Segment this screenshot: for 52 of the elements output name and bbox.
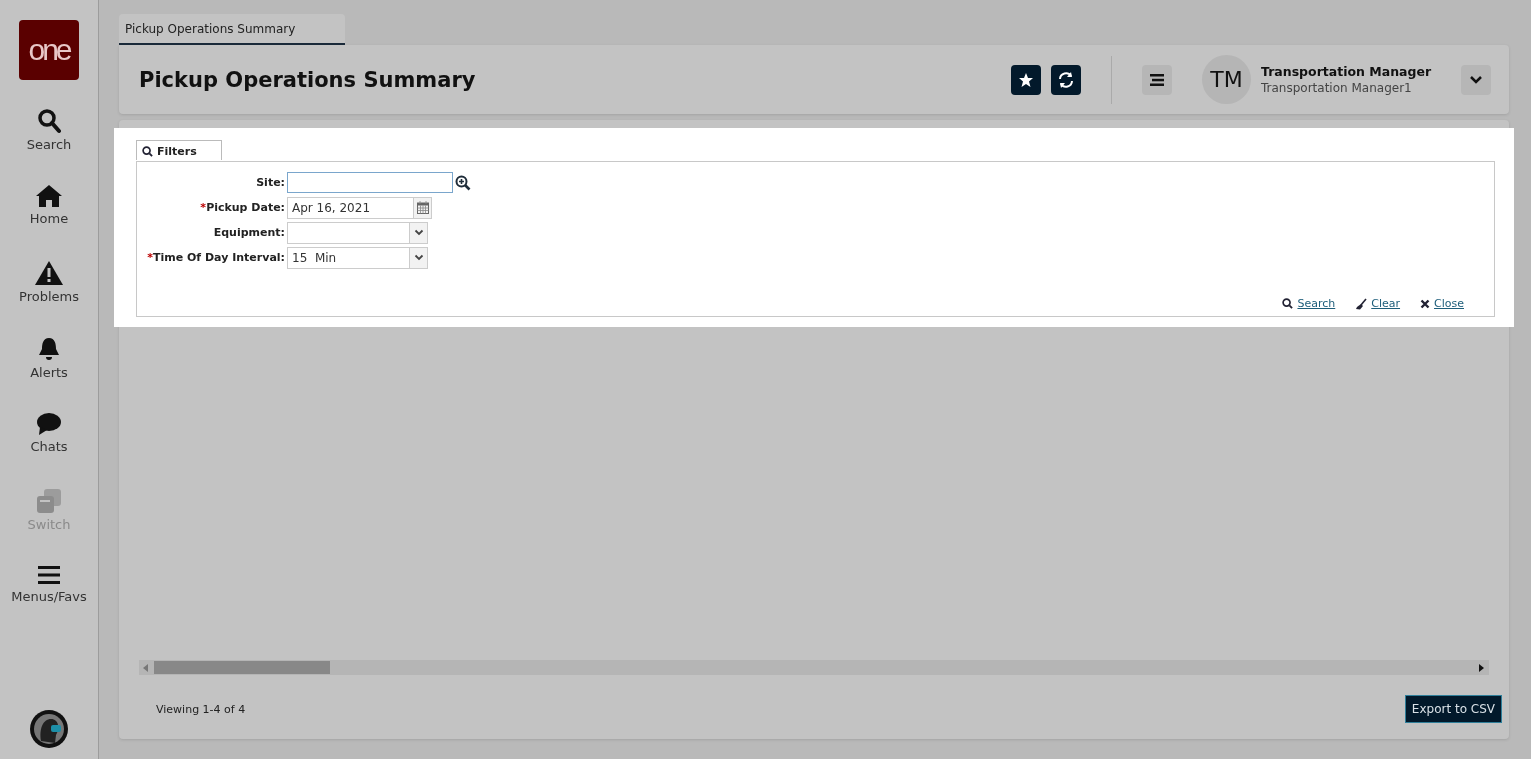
refresh-icon <box>1057 70 1075 89</box>
scroll-right-icon[interactable] <box>1479 663 1485 672</box>
refresh-button[interactable] <box>1051 64 1081 95</box>
menu-icon <box>37 564 61 586</box>
zoom-in-icon[interactable] <box>455 174 471 191</box>
sidebar-item[interactable]: Search <box>26 104 72 180</box>
assistant-avatar-icon[interactable] <box>29 709 69 749</box>
horizontal-scrollbar[interactable] <box>139 660 1489 675</box>
bell-icon <box>38 336 60 362</box>
calendar-icon <box>416 201 429 214</box>
favorite-button[interactable] <box>1011 64 1041 95</box>
field-label: *Time Of Day Interval: <box>146 251 286 264</box>
filter-action-link[interactable]: Clear <box>1355 297 1401 310</box>
select-field[interactable] <box>287 221 428 244</box>
field-label: Site: <box>255 176 286 189</box>
user-role: Transportation Manager1 <box>1261 81 1413 95</box>
chevron-down-icon <box>413 254 424 261</box>
sidebar-item[interactable]: Menus/Favs <box>11 560 87 636</box>
broom-icon <box>1355 297 1368 310</box>
filter-action-link[interactable]: Search <box>1282 297 1336 310</box>
user-menu-button[interactable] <box>1461 64 1491 95</box>
chat-bubble-icon <box>36 412 62 436</box>
close-icon <box>1420 298 1431 309</box>
sidebar-item[interactable]: Problems <box>19 256 79 332</box>
export-csv-button[interactable]: Export to CSV <box>1404 695 1502 723</box>
filter-action-link[interactable]: Close <box>1420 297 1464 310</box>
page-title: Pickup Operations Summary <box>139 67 476 92</box>
search-icon <box>37 108 61 134</box>
field-label: Equipment: <box>212 226 286 239</box>
search-icon <box>1282 298 1294 309</box>
windows-icon <box>36 488 62 514</box>
chevron-down-icon <box>413 229 424 236</box>
sidebar-item[interactable]: Alerts <box>30 332 68 408</box>
filters-tab[interactable]: Filters <box>136 140 222 160</box>
sidebar-item[interactable]: Chats <box>30 408 68 484</box>
warning-icon <box>34 260 64 286</box>
field-label: *Pickup Date: <box>199 201 286 214</box>
site-input[interactable] <box>287 172 453 193</box>
page-tab[interactable]: Pickup Operations Summary <box>119 14 345 45</box>
user-name: Transportation Manager <box>1261 64 1433 79</box>
sidebar-item[interactable]: Home <box>29 180 69 256</box>
menu-button[interactable] <box>1142 64 1172 95</box>
user-avatar[interactable]: TM <box>1202 55 1251 104</box>
star-icon <box>1018 71 1034 88</box>
record-count: Viewing 1-4 of 4 <box>156 702 246 716</box>
select-field[interactable]: 15 Min <box>287 246 428 269</box>
chevron-down-icon <box>1469 74 1483 85</box>
search-icon <box>142 146 153 157</box>
menu-icon <box>1149 72 1165 87</box>
app-logo[interactable]: one <box>19 20 79 80</box>
home-icon <box>35 184 63 208</box>
date-field[interactable]: Apr 16, 2021 <box>287 196 432 219</box>
